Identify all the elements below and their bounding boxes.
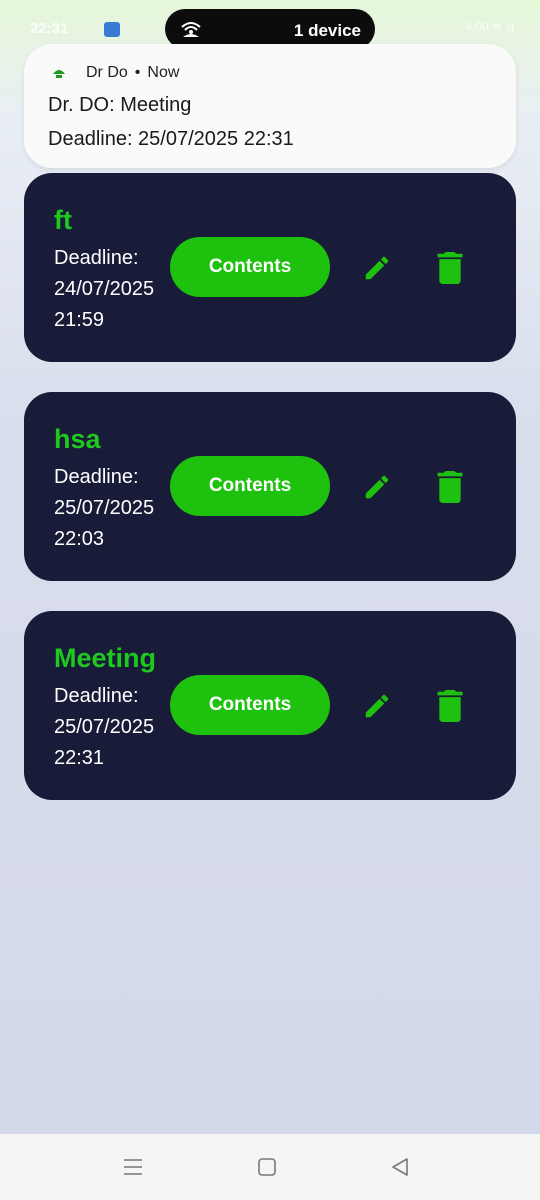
task-deadline: Deadline: 25/07/2025 22:31 [54, 681, 184, 774]
app-notification-icon [104, 22, 120, 37]
pencil-icon[interactable] [362, 253, 392, 283]
notification-header: Dr Do • Now [52, 64, 179, 82]
deadline-date: 25/07/2025 [54, 497, 155, 519]
task-card: hsa Deadline: 25/07/2025 22:03 Contents [24, 392, 516, 581]
pencil-icon[interactable] [362, 472, 392, 502]
hotspot-icon [181, 22, 201, 37]
connected-devices-label: 1 device [293, 21, 361, 40]
pencil-icon[interactable] [362, 691, 392, 721]
deadline-time: 21:59 [54, 309, 105, 331]
notification-body: Deadline: 25/07/2025 22:31 [48, 128, 294, 150]
deadline-date: 24/07/2025 [54, 278, 155, 300]
contents-button[interactable]: Contents [170, 456, 330, 516]
trash-icon[interactable] [436, 471, 464, 503]
deadline-label: Deadline: [54, 685, 139, 707]
notification-time: Now [147, 64, 180, 81]
deadline-label: Deadline: [54, 247, 139, 269]
deadline-date: 25/07/2025 [54, 716, 155, 738]
task-card: Meeting Deadline: 25/07/2025 22:31 Conte… [24, 611, 516, 800]
home-square-icon[interactable] [257, 1157, 277, 1177]
notification-card[interactable]: Dr Do • Now Dr. DO: Meeting Deadline: 25… [24, 44, 516, 168]
deadline-time: 22:31 [54, 747, 105, 769]
task-card: ft Deadline: 24/07/2025 21:59 Contents [24, 173, 516, 362]
system-navigation-bar [0, 1134, 540, 1200]
notification-app-name: Dr Do [86, 64, 128, 81]
dynamic-island-pill[interactable]: 1 device [165, 9, 375, 49]
task-deadline: Deadline: 25/07/2025 22:03 [54, 462, 184, 555]
notification-title: Dr. DO: Meeting [48, 94, 192, 116]
task-deadline: Deadline: 24/07/2025 21:59 [54, 243, 184, 336]
trash-icon[interactable] [436, 690, 464, 722]
task-title: ft [54, 205, 72, 235]
task-title: Meeting [54, 643, 157, 673]
task-title: hsa [54, 424, 101, 454]
app-logo-icon [53, 70, 65, 78]
contents-button[interactable]: Contents [170, 675, 330, 735]
status-bar: 22:31 1 device 4.00 ≋ ıll [0, 0, 540, 49]
menu-icon[interactable] [122, 1157, 144, 1177]
status-time: 22:31 [30, 20, 69, 37]
deadline-time: 22:03 [54, 528, 105, 550]
trash-icon[interactable] [436, 252, 464, 284]
notification-separator: • [134, 64, 141, 81]
deadline-label: Deadline: [54, 466, 139, 488]
back-triangle-icon[interactable] [390, 1157, 410, 1177]
contents-button[interactable]: Contents [170, 237, 330, 297]
status-indicators: 4.00 ≋ ıll [465, 20, 514, 34]
